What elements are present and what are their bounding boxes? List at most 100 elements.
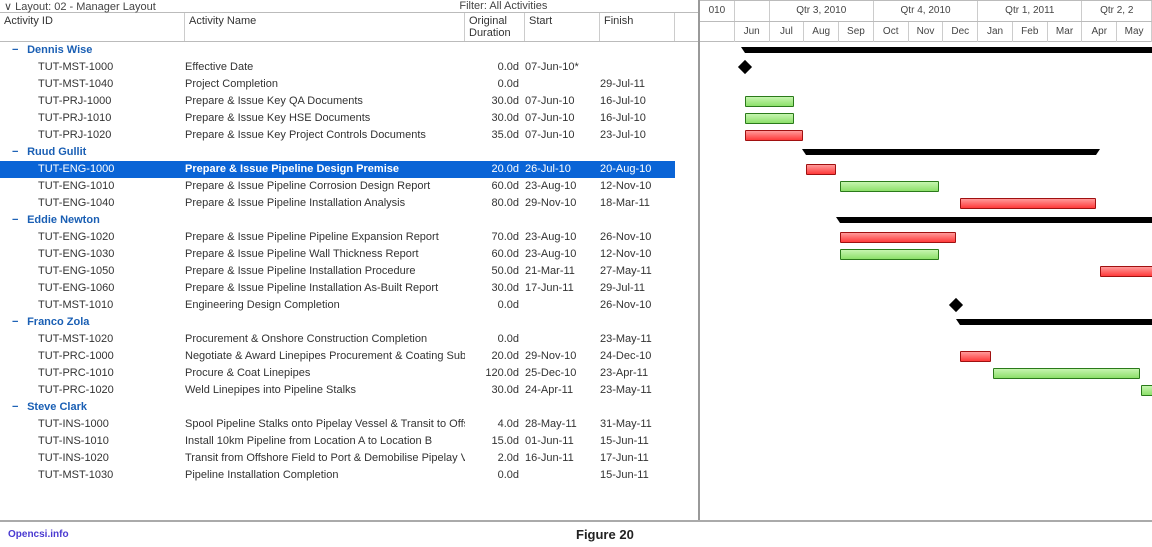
col-duration[interactable]: Original Duration xyxy=(465,13,525,41)
task-row[interactable]: TUT-PRJ-1000Prepare & Issue Key QA Docum… xyxy=(0,93,698,110)
activity-id: TUT-ENG-1010 xyxy=(38,180,114,192)
summary-bar[interactable] xyxy=(840,217,1152,223)
task-bar[interactable] xyxy=(960,198,1096,209)
col-activity-name[interactable]: Activity Name xyxy=(185,13,465,41)
activity-name: Prepare & Issue Pipeline Design Premise xyxy=(185,163,399,175)
task-bar[interactable] xyxy=(745,113,794,124)
start-date: 16-Jun-11 xyxy=(525,452,574,464)
activity-id: TUT-ENG-1060 xyxy=(38,282,114,294)
start-date: 07-Jun-10 xyxy=(525,129,575,141)
brand-label: Opencsi.info xyxy=(0,529,576,540)
month-label: Sep xyxy=(839,22,874,42)
finish-date: 29-Jul-11 xyxy=(600,78,645,90)
group-row[interactable]: − Dennis Wise xyxy=(0,42,698,59)
task-bar[interactable] xyxy=(745,96,794,107)
month-label: Oct xyxy=(874,22,909,42)
task-bar[interactable] xyxy=(840,181,939,192)
group-row[interactable]: − Steve Clark xyxy=(0,399,698,416)
duration: 2.0d xyxy=(498,452,519,464)
duration: 80.0d xyxy=(491,197,519,209)
task-row[interactable]: TUT-ENG-1050Prepare & Issue Pipeline Ins… xyxy=(0,263,698,280)
group-row[interactable]: − Eddie Newton xyxy=(0,212,698,229)
task-row[interactable]: TUT-ENG-1010Prepare & Issue Pipeline Cor… xyxy=(0,178,698,195)
task-row[interactable]: TUT-MST-1010Engineering Design Completio… xyxy=(0,297,698,314)
gantt-body[interactable] xyxy=(700,42,1152,520)
collapse-icon[interactable]: − xyxy=(12,399,24,415)
finish-date: 17-Jun-11 xyxy=(600,452,649,464)
task-row[interactable]: TUT-PRJ-1010Prepare & Issue Key HSE Docu… xyxy=(0,110,698,127)
task-row[interactable]: TUT-INS-1000Spool Pipeline Stalks onto P… xyxy=(0,416,698,433)
duration: 50.0d xyxy=(491,265,519,277)
task-row[interactable]: TUT-MST-1020Procurement & Onshore Constr… xyxy=(0,331,698,348)
finish-date: 29-Jul-11 xyxy=(600,282,645,294)
task-bar[interactable] xyxy=(840,249,939,260)
task-bar[interactable] xyxy=(1100,266,1152,277)
activity-id: TUT-MST-1020 xyxy=(38,333,113,345)
start-date: 07-Jun-10 xyxy=(525,95,575,107)
activity-name: Prepare & Issue Key Project Controls Doc… xyxy=(185,129,426,141)
activity-id: TUT-ENG-1000 xyxy=(38,163,114,175)
task-row[interactable]: TUT-ENG-1060Prepare & Issue Pipeline Ins… xyxy=(0,280,698,297)
activity-id: TUT-ENG-1040 xyxy=(38,197,114,209)
summary-bar[interactable] xyxy=(806,149,1096,155)
finish-date: 24-Dec-10 xyxy=(600,350,651,362)
task-row[interactable]: TUT-ENG-1030Prepare & Issue Pipeline Wal… xyxy=(0,246,698,263)
gantt-row xyxy=(700,467,1152,484)
gantt-row xyxy=(700,399,1152,416)
collapse-icon[interactable]: − xyxy=(12,144,24,160)
duration: 35.0d xyxy=(491,129,519,141)
duration: 30.0d xyxy=(491,282,519,294)
start-date: 29-Nov-10 xyxy=(525,350,576,362)
activity-id: TUT-PRJ-1000 xyxy=(38,95,111,107)
task-row[interactable]: TUT-INS-1010Install 10km Pipeline from L… xyxy=(0,433,698,450)
task-row[interactable]: TUT-PRC-1010Procure & Coat Linepipes120.… xyxy=(0,365,698,382)
col-start[interactable]: Start xyxy=(525,13,600,41)
duration: 30.0d xyxy=(491,384,519,396)
task-row[interactable]: TUT-MST-1040Project Completion0.0d29-Jul… xyxy=(0,76,698,93)
timeline-header: 010Qtr 3, 2010Qtr 4, 2010Qtr 1, 2011Qtr … xyxy=(700,0,1152,42)
collapse-icon[interactable]: − xyxy=(12,42,24,58)
task-bar[interactable] xyxy=(806,164,836,175)
task-bar[interactable] xyxy=(840,232,956,243)
col-activity-id[interactable]: Activity ID xyxy=(0,13,185,41)
duration: 15.0d xyxy=(491,435,519,447)
layout-title: ∨ Layout: 02 - Manager Layout xyxy=(4,0,459,12)
milestone-marker[interactable] xyxy=(738,60,752,74)
task-row[interactable]: TUT-PRC-1020Weld Linepipes into Pipeline… xyxy=(0,382,698,399)
collapse-icon[interactable]: − xyxy=(12,212,24,228)
task-row[interactable]: TUT-MST-1030Pipeline Installation Comple… xyxy=(0,467,698,484)
start-date: 01-Jun-11 xyxy=(525,435,574,447)
summary-bar[interactable] xyxy=(745,47,1152,53)
task-row[interactable]: TUT-PRJ-1020Prepare & Issue Key Project … xyxy=(0,127,698,144)
duration: 20.0d xyxy=(491,163,519,175)
month-label: Jul xyxy=(770,22,805,42)
duration: 30.0d xyxy=(491,95,519,107)
gantt-row xyxy=(700,450,1152,467)
group-row[interactable]: − Franco Zola xyxy=(0,314,698,331)
task-row[interactable]: TUT-PRC-1000Negotiate & Award Linepipes … xyxy=(0,348,698,365)
gantt-pane: 010Qtr 3, 2010Qtr 4, 2010Qtr 1, 2011Qtr … xyxy=(700,0,1152,520)
task-row[interactable]: TUT-ENG-1020Prepare & Issue Pipeline Pip… xyxy=(0,229,698,246)
task-bar[interactable] xyxy=(993,368,1141,379)
task-row[interactable]: TUT-MST-1000Effective Date0.0d07-Jun-10* xyxy=(0,59,698,76)
group-row[interactable]: − Ruud Gullit xyxy=(0,144,698,161)
group-name: Ruud Gullit xyxy=(27,146,86,158)
quarter-label: 010 xyxy=(700,1,735,21)
table-pane: ∨ Layout: 02 - Manager Layout Filter: Al… xyxy=(0,0,700,520)
start-date: 24-Apr-11 xyxy=(525,384,573,396)
quarter-label: Qtr 3, 2010 xyxy=(770,1,874,21)
task-bar[interactable] xyxy=(1141,385,1152,396)
col-finish[interactable]: Finish xyxy=(600,13,675,41)
activity-id: TUT-PRC-1020 xyxy=(38,384,114,396)
activity-id: TUT-ENG-1050 xyxy=(38,265,114,277)
task-row[interactable]: TUT-INS-1020Transit from Offshore Field … xyxy=(0,450,698,467)
finish-date: 23-Jul-10 xyxy=(600,129,646,141)
task-row[interactable]: TUT-ENG-1040Prepare & Issue Pipeline Ins… xyxy=(0,195,698,212)
milestone-marker[interactable] xyxy=(949,298,963,312)
collapse-icon[interactable]: − xyxy=(12,314,24,330)
task-row[interactable]: TUT-ENG-1000 Prepare & Issue Pipeline Des… xyxy=(0,161,698,178)
task-bar[interactable] xyxy=(960,351,991,362)
task-bar[interactable] xyxy=(745,130,803,141)
activity-id: TUT-PRJ-1010 xyxy=(38,112,111,124)
summary-bar[interactable] xyxy=(960,319,1152,325)
